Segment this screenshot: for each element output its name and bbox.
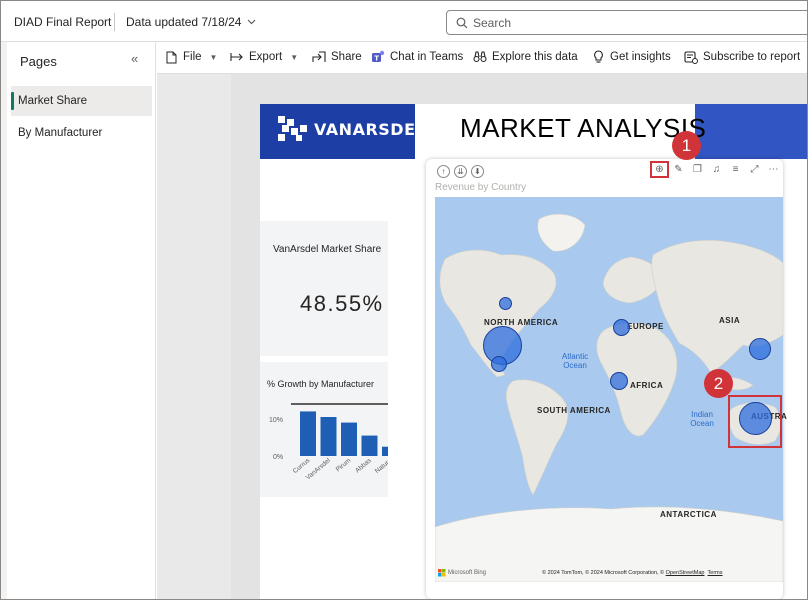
banner-right [695,104,807,159]
file-menu-button[interactable]: File ▼ [164,50,217,64]
more-options-icon[interactable]: ⋯ [767,164,780,175]
search-box[interactable] [446,10,807,35]
map-copyright: © 2024 TomTom, © 2024 Microsoft Corporat… [542,570,723,576]
x-tick-label: Abbas [354,457,373,475]
share-label: Share [331,51,362,63]
map-bubble-africa[interactable] [610,372,628,390]
export-menu-button[interactable]: Export ▼ [230,50,298,64]
page-tab-market-share[interactable]: Market Share [11,86,152,116]
growth-bar-vanarsdel[interactable] [320,417,337,456]
drill-controls: ↑ ⇊ ⬇ [437,165,484,178]
top-header: DIAD Final Report Data updated 7/18/24 [1,1,807,42]
explore-data-button[interactable]: Explore this data [473,50,578,64]
header-divider [114,13,115,31]
search-input[interactable] [473,14,773,31]
label-indian-ocean: Indian Ocean [690,410,714,428]
search-icon [456,17,468,29]
chevron-down-icon: ▼ [290,52,299,62]
bing-logo-icon [438,569,446,577]
export-label: Export [249,51,283,63]
visual-header-toolbar: ⊕ ✎ ❐ ♫ ≡ ⤢ ⋯ [650,161,780,178]
map-bubble-europe[interactable] [613,319,630,336]
drill-mode-icon[interactable]: ⬇ [471,165,484,178]
copyright-text: © 2024 TomTom, © 2024 Microsoft Corporat… [542,570,665,576]
logo-text: VANARSDEL [314,120,427,139]
vanarsdel-logo-icon [278,116,307,141]
x-tick-label: Pirum [335,457,353,473]
openstreetmap-link[interactable]: OpenStreetMap [666,570,705,576]
get-insights-button[interactable]: Get insights [591,50,671,64]
y-tick-label: 0% [273,454,283,461]
growth-bar-natura[interactable] [382,446,388,456]
drill-up-icon[interactable]: ↑ [437,165,450,178]
report-title: MARKET ANALYSIS [460,113,707,143]
pages-title: Pages [20,54,57,69]
map-title: Revenue by Country [435,182,527,193]
file-label: File [183,51,202,63]
bing-attribution: Microsoft Bing [438,569,486,577]
data-updated-label: Data updated 7/18/24 [126,15,242,29]
teams-icon: T [371,50,385,64]
y-tick-label: 10% [269,417,283,424]
chat-in-teams-button[interactable]: T Chat in Teams [371,50,463,64]
annotation-badge-1: 1 [672,131,701,160]
terms-link[interactable]: Terms [708,570,723,576]
map-bubble-mexico[interactable] [491,356,507,372]
subscribe-icon [684,50,698,64]
chevron-down-icon: ▼ [209,52,218,62]
label-south-america: SOUTH AMERICA [537,406,611,415]
collapse-pane-icon[interactable]: « [131,51,138,66]
data-updated-dropdown[interactable]: Data updated 7/18/24 [126,15,256,29]
growth-bar-currus[interactable] [300,411,316,456]
growth-bar-abbas[interactable] [361,435,378,456]
lightbulb-icon [591,50,605,64]
file-icon [164,50,178,64]
svg-text:T: T [374,55,379,63]
pages-pane: Pages « Market Share By Manufacturer [7,42,156,599]
subscribe-label: Subscribe to report [703,51,801,63]
label-asia: ASIA [719,316,741,325]
label-atlantic-ocean: Atlantic Ocean [561,352,589,370]
chat-label: Chat in Teams [390,51,464,63]
label-africa: AFRICA [630,381,664,390]
kpi-card[interactable] [260,221,388,356]
insights-label: Get insights [610,51,671,63]
share-button[interactable]: Share [312,50,362,64]
expand-all-icon[interactable]: ⇊ [454,165,467,178]
growth-chart-title: % Growth by Manufacturer [267,379,375,389]
report-toolbar: File ▼ Export ▼ Share T Chat in Teams Ex… [157,42,807,74]
pin-icon[interactable]: ✎ [672,164,685,175]
kpi-label: VanArsdel Market Share [273,244,382,255]
bell-icon[interactable]: ♫ [710,164,723,175]
annotation-badge-2: 2 [704,369,733,398]
growth-bar-chart: 10% 0% CurrusVanArsdel Pirum Abbas Natura [269,403,388,482]
export-icon [230,50,244,64]
export-data-icon[interactable]: ⊕ [650,161,669,178]
growth-bar-pirum[interactable] [341,422,357,456]
share-icon [312,50,326,64]
map-bubble-canada[interactable] [499,297,512,310]
page-tab-by-manufacturer[interactable]: By Manufacturer [11,118,152,148]
chevron-down-icon [248,19,256,25]
subscribe-button[interactable]: Subscribe to report [684,50,800,64]
powerbi-window: DIAD Final Report Data updated 7/18/24 P… [0,0,808,600]
x-tick-label: Natura [374,457,388,475]
map-bubble-asia[interactable] [749,338,771,360]
label-north-america: NORTH AMERICA [484,318,559,327]
label-europe: EUROPE [627,322,664,331]
kpi-value: 48.55% [300,291,384,316]
focus-mode-icon[interactable]: ⤢ [748,164,761,175]
copy-icon[interactable]: ❐ [691,164,704,175]
binoculars-icon [473,50,487,64]
label-antarctica: ANTARCTICA [660,510,717,519]
explore-label: Explore this data [492,51,578,63]
bing-label: Microsoft Bing [448,570,487,576]
filter-icon[interactable]: ≡ [729,164,742,175]
report-name: DIAD Final Report [14,15,112,29]
annotation-highlight-box [728,395,782,448]
